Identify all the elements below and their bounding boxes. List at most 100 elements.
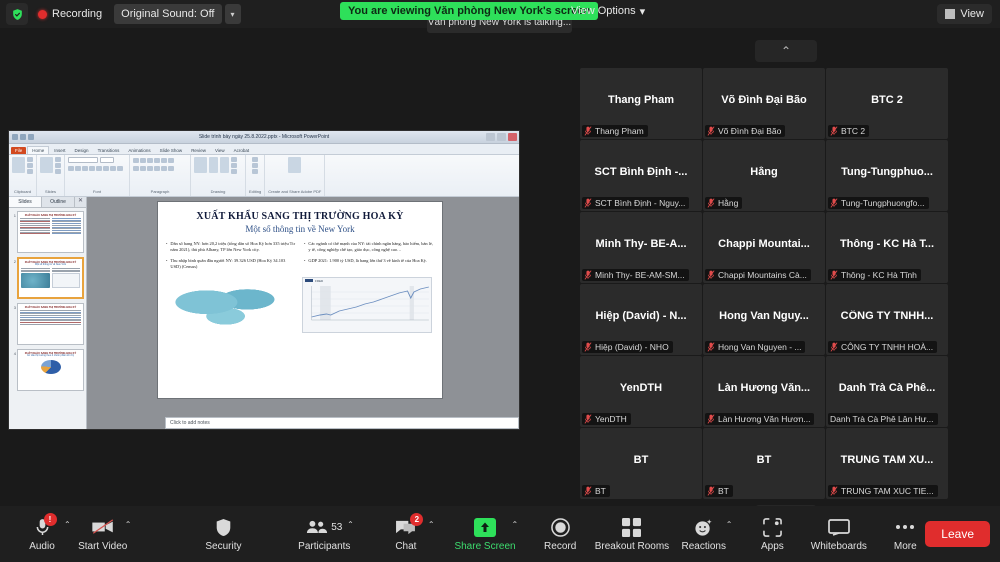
participants-button[interactable]: 53 Participants <box>303 506 345 562</box>
minimize-icon[interactable] <box>486 133 495 141</box>
copy-icon[interactable] <box>27 163 33 168</box>
shadow-icon[interactable] <box>89 166 95 171</box>
slide-edit-pane[interactable]: XUẤT KHẨU SANG THỊ TRƯỜNG HOA KỲ Một số … <box>87 197 519 429</box>
ribbon-tab-design[interactable]: Design <box>71 147 93 154</box>
participant-tile[interactable]: Làn Hương Văn... Làn Hương Văn Hươn... <box>703 356 825 427</box>
find-icon[interactable] <box>252 157 258 162</box>
paste-icon[interactable] <box>12 157 25 173</box>
original-sound-chevron-down-icon[interactable]: ▾ <box>225 4 241 24</box>
ribbon-tab-slide-show[interactable]: Slide Show <box>156 147 187 154</box>
recording-indicator[interactable]: Recording <box>38 8 102 20</box>
ribbon-group-font[interactable]: Font <box>65 155 130 196</box>
new-slide-icon[interactable] <box>40 157 53 173</box>
font-size-box[interactable] <box>100 157 114 163</box>
columns-icon[interactable] <box>161 166 167 171</box>
audio-button[interactable]: ! Audio <box>22 506 62 562</box>
character-spacing-icon[interactable] <box>103 166 109 171</box>
maximize-icon[interactable] <box>497 133 506 141</box>
participant-tile[interactable]: Minh Thy- BE-A... Minh Thy- BE-AM-SM... <box>580 212 702 283</box>
breakout-rooms-button[interactable]: Breakout Rooms <box>602 506 662 562</box>
quick-styles-icon[interactable] <box>220 157 229 173</box>
list-item[interactable]: 3 XUẤT KHẨU SANG THỊ TRƯỜNG HOA KỲ <box>11 303 84 345</box>
ribbon-tabs[interactable]: File Home Insert Design Transitions Anim… <box>9 144 519 155</box>
participant-tile[interactable]: Thang Pham Thang Pham <box>580 68 702 139</box>
reactions-chevron-up-icon[interactable]: ⌃ <box>726 520 733 529</box>
window-controls[interactable] <box>486 133 517 141</box>
font-color-icon[interactable] <box>117 166 123 171</box>
participant-tile[interactable]: YenDTH YenDTH <box>580 356 702 427</box>
slide-canvas[interactable]: XUẤT KHẨU SANG THỊ TRƯỜNG HOA KỲ Một số … <box>157 201 443 399</box>
participant-tile[interactable]: Hằng Hằng <box>703 140 825 211</box>
ribbon-group-slides[interactable]: Slides <box>37 155 65 196</box>
pane-tab-outline[interactable]: Outline <box>42 197 75 207</box>
ribbon-group-adobe-pdf[interactable]: Create and Share Adobe PDF <box>265 155 325 196</box>
create-pdf-icon[interactable] <box>288 157 301 173</box>
participant-tile[interactable]: Võ Đình Đại Bão Võ Đình Đại Bão <box>703 68 825 139</box>
participant-tile[interactable]: BT BT <box>703 428 825 499</box>
pane-tab-bar[interactable]: Slides Outline ✕ <box>9 197 86 208</box>
record-button[interactable]: Record <box>540 506 580 562</box>
list-item[interactable]: 2 XUẤT KHẨU SANG THỊ TRƯỜNG HOA KỲ Một s… <box>11 257 84 299</box>
list-item[interactable]: 4 XUẤT KHẨU SANG THỊ TRƯỜNG HOA KỲ Cơ cấ… <box>11 349 84 391</box>
participants-chevron-up-icon[interactable]: ⌃ <box>347 520 354 529</box>
bullets-icon[interactable] <box>133 158 139 163</box>
participant-tile[interactable]: Tung-Tungphuo... Tung-Tungphuongfo... <box>826 140 948 211</box>
change-case-icon[interactable] <box>110 166 116 171</box>
slides-thumbnail-pane[interactable]: Slides Outline ✕ 1 XUẤT KHẨU SANG THỊ TR… <box>9 197 87 429</box>
ribbon-tab-file[interactable]: File <box>11 147 26 154</box>
more-button[interactable]: More <box>885 506 925 562</box>
whiteboards-button[interactable]: Whiteboards <box>816 506 861 562</box>
increase-indent-icon[interactable] <box>154 158 160 163</box>
view-layout-button[interactable]: View <box>937 4 992 24</box>
align-center-icon[interactable] <box>140 166 146 171</box>
underline-icon[interactable] <box>82 166 88 171</box>
justify-icon[interactable] <box>154 166 160 171</box>
pane-tab-slides[interactable]: Slides <box>9 197 42 207</box>
ribbon-tab-home[interactable]: Home <box>27 146 49 154</box>
slide-thumbnail-2-selected[interactable]: XUẤT KHẨU SANG THỊ TRƯỜNG HOA KỲ Một số … <box>17 257 84 299</box>
decrease-indent-icon[interactable] <box>147 158 153 163</box>
participant-tile[interactable]: SCT Bình Định -... SCT Bình Định - Nguy.… <box>580 140 702 211</box>
participant-tile[interactable]: BT BT <box>580 428 702 499</box>
strikethrough-icon[interactable] <box>96 166 102 171</box>
arrange-icon[interactable] <box>209 157 218 173</box>
list-item[interactable]: 1 XUẤT KHẨU SANG THỊ TRƯỜNG HOA KỲ <box>11 211 84 253</box>
ribbon-tab-review[interactable]: Review <box>187 147 210 154</box>
bold-icon[interactable] <box>68 166 74 171</box>
participant-tile[interactable]: Chappi Mountai... Chappi Mountains Cà... <box>703 212 825 283</box>
cut-icon[interactable] <box>27 157 33 162</box>
numbering-icon[interactable] <box>140 158 146 163</box>
participant-tile[interactable]: Danh Trà Cà Phê... Danh Trà Cà Phê Lân H… <box>826 356 948 427</box>
participant-tile[interactable]: BTC 2 BTC 2 <box>826 68 948 139</box>
shapes-gallery-icon[interactable] <box>194 157 207 173</box>
ribbon-group-editing[interactable]: Editing <box>246 155 265 196</box>
apps-button[interactable]: Apps <box>752 506 792 562</box>
powerpoint-ribbon[interactable]: Clipboard Slides <box>9 155 519 197</box>
close-pane-icon[interactable]: ✕ <box>75 197 86 207</box>
ribbon-tab-view[interactable]: View <box>211 147 229 154</box>
align-left-icon[interactable] <box>133 166 139 171</box>
layout-icon[interactable] <box>55 157 61 162</box>
participant-tile[interactable]: Hong Van Nguy... Hong Van Nguyen - ... <box>703 284 825 355</box>
view-options-button[interactable]: View Options ▾ <box>565 2 651 20</box>
slide-thumbnail-4[interactable]: XUẤT KHẨU SANG THỊ TRƯỜNG HOA KỲ Cơ cấu … <box>17 349 84 391</box>
participant-tile[interactable]: Thông - KC Hà T... Thông - KC Hà Tĩnh <box>826 212 948 283</box>
leave-button[interactable]: Leave <box>925 521 990 547</box>
section-icon[interactable] <box>55 169 61 174</box>
audio-chevron-up-icon[interactable]: ⌃ <box>64 520 71 529</box>
italic-icon[interactable] <box>75 166 81 171</box>
select-icon[interactable] <box>252 169 258 174</box>
original-sound-button[interactable]: Original Sound: Off <box>114 4 221 24</box>
ribbon-tab-transitions[interactable]: Transitions <box>94 147 124 154</box>
close-icon[interactable] <box>508 133 517 141</box>
replace-icon[interactable] <box>252 163 258 168</box>
convert-smartart-icon[interactable] <box>168 166 174 171</box>
video-chevron-up-icon[interactable]: ⌃ <box>125 520 132 529</box>
shared-screen-content[interactable]: Slide trình bày ngày 25.8.2022.pptx - Mi… <box>8 130 520 430</box>
text-direction-icon[interactable] <box>168 158 174 163</box>
ribbon-group-paragraph[interactable]: Paragraph <box>130 155 191 196</box>
participant-tile[interactable]: Hiệp (David) - N... Hiệp (David) - NHO <box>580 284 702 355</box>
ribbon-tab-animations[interactable]: Animations <box>124 147 154 154</box>
line-spacing-icon[interactable] <box>161 158 167 163</box>
reactions-button[interactable]: Reactions <box>684 506 724 562</box>
